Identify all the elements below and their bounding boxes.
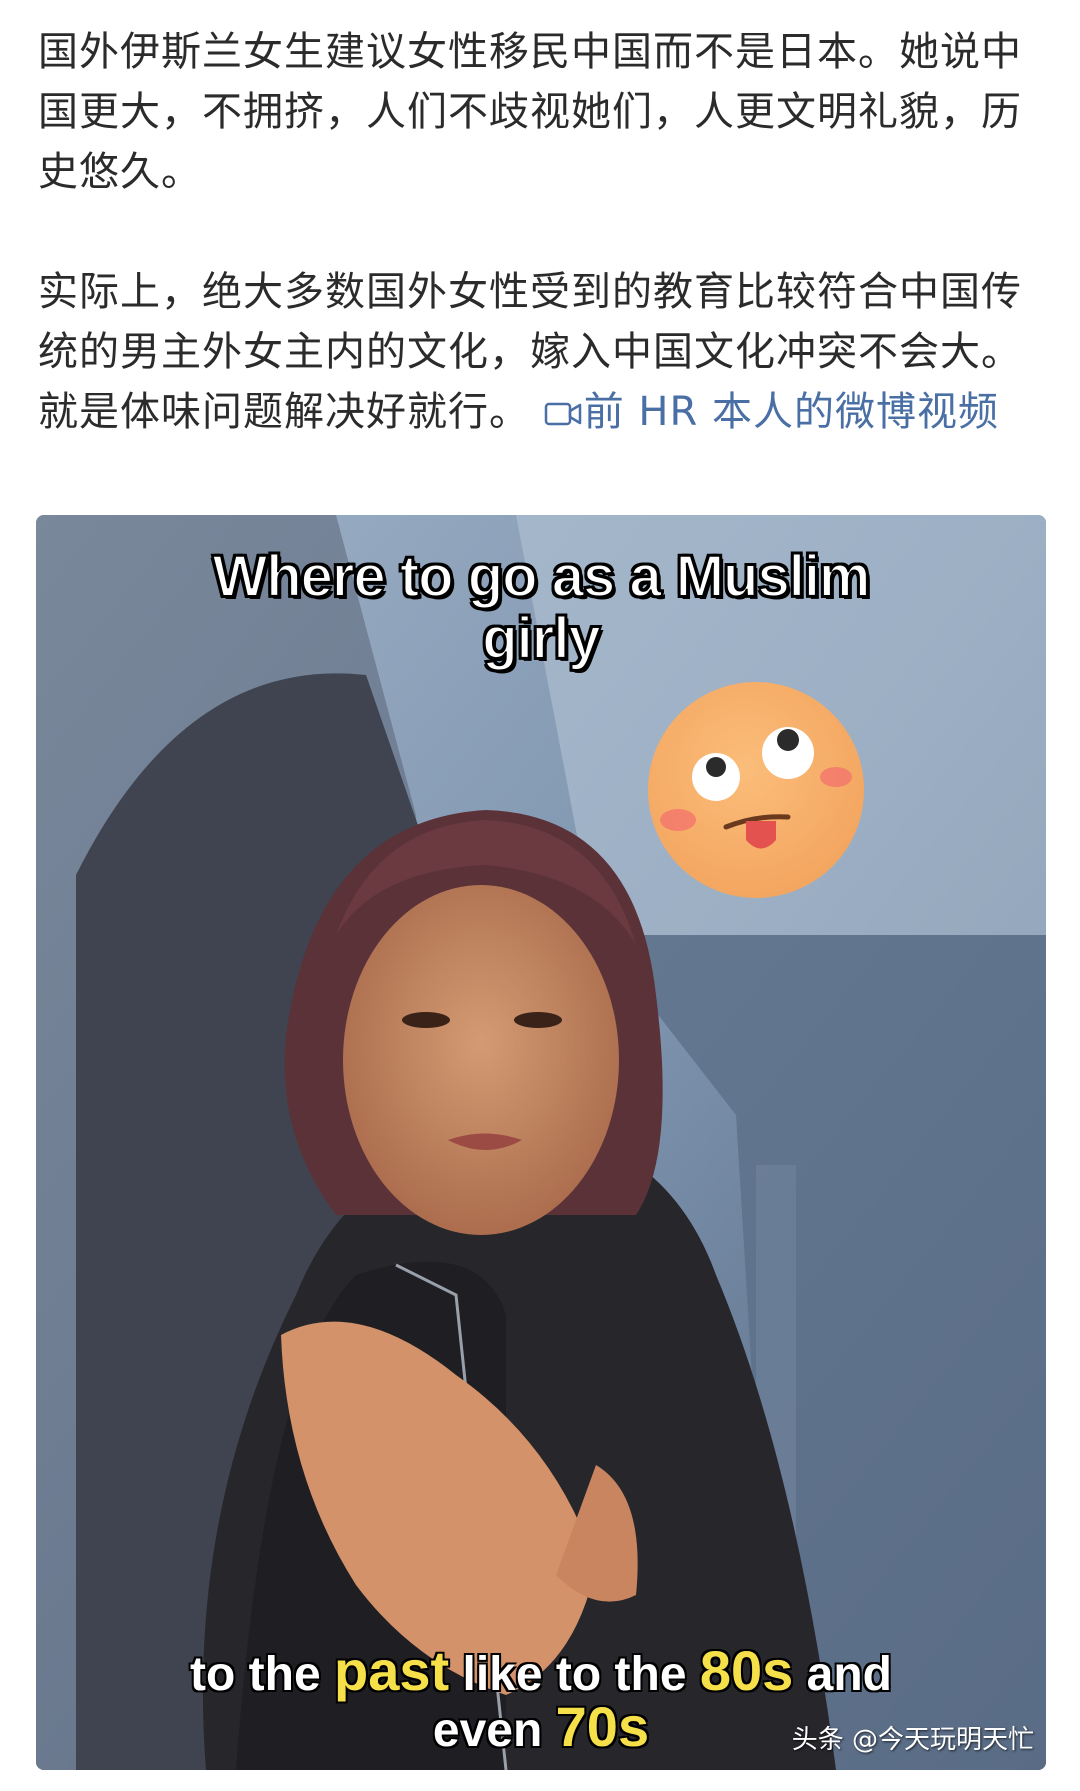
post-paragraph-2: 实际上，绝大多数国外女性受到的教育比较符合中国传统的男主外女主内的文化，嫁入中国… <box>38 262 1048 442</box>
post-body: 国外伊斯兰女生建议女性移民中国而不是日本。她说中国更大，不拥挤，人们不歧视她们，… <box>38 22 1048 442</box>
source-watermark: 头条 @今天玩明天忙 <box>791 1725 1034 1755</box>
video-player[interactable]: Where to go as a Muslim girly to the pas… <box>36 515 1046 1770</box>
video-camera-icon <box>544 402 581 426</box>
subtitle-highlight: past <box>334 1639 450 1702</box>
subtitle-highlight: 70s <box>555 1695 650 1758</box>
subtitle-text: even <box>432 1704 556 1757</box>
weibo-video-link-label: 前 HR 本人的微博视频 <box>583 389 1000 435</box>
post-paragraph-1: 国外伊斯兰女生建议女性移民中国而不是日本。她说中国更大，不拥挤，人们不歧视她们，… <box>38 29 1022 195</box>
video-caption-title: Where to go as a Muslim <box>212 544 872 610</box>
subtitle-text: to the <box>190 1648 334 1701</box>
subtitle-highlight: 80s <box>699 1639 794 1702</box>
subtitle-text: like to the <box>449 1648 700 1701</box>
video-frame <box>36 515 1046 1770</box>
silly-face-emoji <box>648 682 864 898</box>
video-caption-title-line2: girly <box>481 606 602 672</box>
subtitle-text: and <box>793 1648 892 1701</box>
video-subtitle-line1: to the past like to the 80s and <box>36 1643 1046 1703</box>
weibo-video-link[interactable]: 前 HR 本人的微博视频 <box>544 389 999 435</box>
